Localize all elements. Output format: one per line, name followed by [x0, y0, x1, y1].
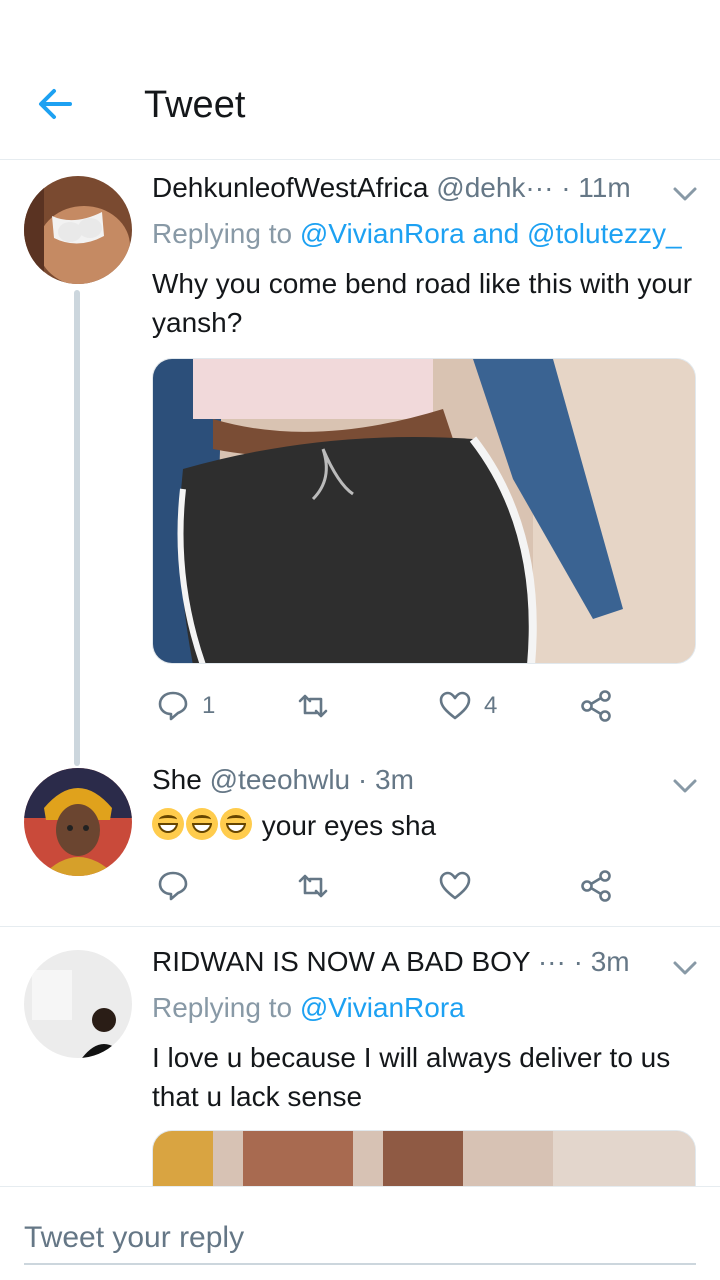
- retweet-button[interactable]: [296, 686, 342, 726]
- avatar[interactable]: [24, 176, 132, 284]
- reply-button[interactable]: 1: [156, 686, 215, 726]
- tweet-actions: [152, 866, 632, 906]
- chevron-down-icon[interactable]: [670, 776, 700, 796]
- retweet-button[interactable]: [296, 866, 330, 906]
- tweet-header: She @teeohwlu · 3m: [152, 764, 414, 796]
- display-name[interactable]: RIDWAN IS NOW A BAD BOY: [152, 946, 530, 977]
- replying-label: Replying to: [152, 992, 293, 1023]
- replying-to: Replying to @VivianRora: [152, 992, 465, 1024]
- display-name[interactable]: DehkunleofWestAfrica: [152, 172, 429, 203]
- replying-label: Replying to: [152, 218, 293, 249]
- share-icon: [581, 690, 611, 722]
- separator-dot: ·: [573, 946, 583, 977]
- share-icon: [581, 870, 611, 902]
- grinning-face-emoji: [152, 808, 184, 840]
- retweet-icon: [298, 874, 328, 898]
- reply-composer: [0, 1186, 720, 1280]
- like-button[interactable]: [438, 866, 472, 906]
- grinning-face-emoji: [220, 808, 252, 840]
- separator-dot: ·: [357, 764, 368, 795]
- heart-icon: [439, 691, 471, 720]
- mention-link[interactable]: @tolutezzy_: [527, 218, 682, 249]
- tweet-text: your eyes sha: [261, 810, 437, 841]
- timestamp[interactable]: 3m: [375, 764, 414, 795]
- chevron-down-icon[interactable]: [670, 184, 700, 204]
- like-count: 4: [484, 692, 498, 719]
- heart-icon: [439, 871, 471, 900]
- tweet-text-row: your eyes sha: [152, 806, 697, 845]
- mention-link[interactable]: @VivianRora: [300, 218, 465, 249]
- reply-button[interactable]: [156, 866, 190, 906]
- top-bar: Tweet: [0, 0, 720, 160]
- display-name[interactable]: She: [152, 764, 202, 795]
- tweet-header: DehkunleofWestAfrica @dehk··· · 11m: [152, 172, 631, 204]
- thread-connector: [74, 290, 80, 766]
- like-button[interactable]: 4: [438, 686, 497, 726]
- tweet-header: RIDWAN IS NOW A BAD BOY ··· · 3m: [152, 946, 630, 978]
- avatar[interactable]: [24, 768, 132, 876]
- reply-input[interactable]: [24, 1213, 696, 1265]
- timestamp[interactable]: 3m: [591, 946, 630, 977]
- grinning-face-emoji: [186, 808, 218, 840]
- reply-count: 1: [202, 692, 216, 719]
- page-title: Tweet: [144, 84, 246, 126]
- back-button[interactable]: [36, 84, 76, 124]
- replying-to: Replying to @VivianRora and @tolutezzy_: [152, 218, 682, 250]
- user-handle[interactable]: @teeohwlu: [210, 764, 351, 795]
- user-handle[interactable]: @dehk···: [436, 172, 553, 203]
- replying-and: and: [472, 218, 520, 249]
- chevron-down-icon[interactable]: [670, 958, 700, 978]
- tweet-actions: 1 4: [152, 686, 632, 726]
- tweet-text: Why you come bend road like this with yo…: [152, 268, 693, 338]
- mention-link[interactable]: @VivianRora: [300, 992, 465, 1023]
- tweet-text: I love u because I will always deliver t…: [152, 1042, 671, 1112]
- user-handle[interactable]: ···: [538, 946, 566, 977]
- separator-dot: ·: [561, 172, 571, 203]
- reply-icon: [158, 871, 188, 901]
- share-button[interactable]: [580, 866, 614, 906]
- arrow-left-icon: [39, 89, 72, 119]
- tweet-media[interactable]: [152, 358, 696, 664]
- divider: [0, 926, 720, 927]
- avatar[interactable]: [24, 950, 132, 1058]
- retweet-icon: [298, 694, 328, 718]
- share-button[interactable]: [580, 686, 614, 726]
- reply-icon: [158, 691, 188, 721]
- timestamp[interactable]: 11m: [578, 172, 630, 203]
